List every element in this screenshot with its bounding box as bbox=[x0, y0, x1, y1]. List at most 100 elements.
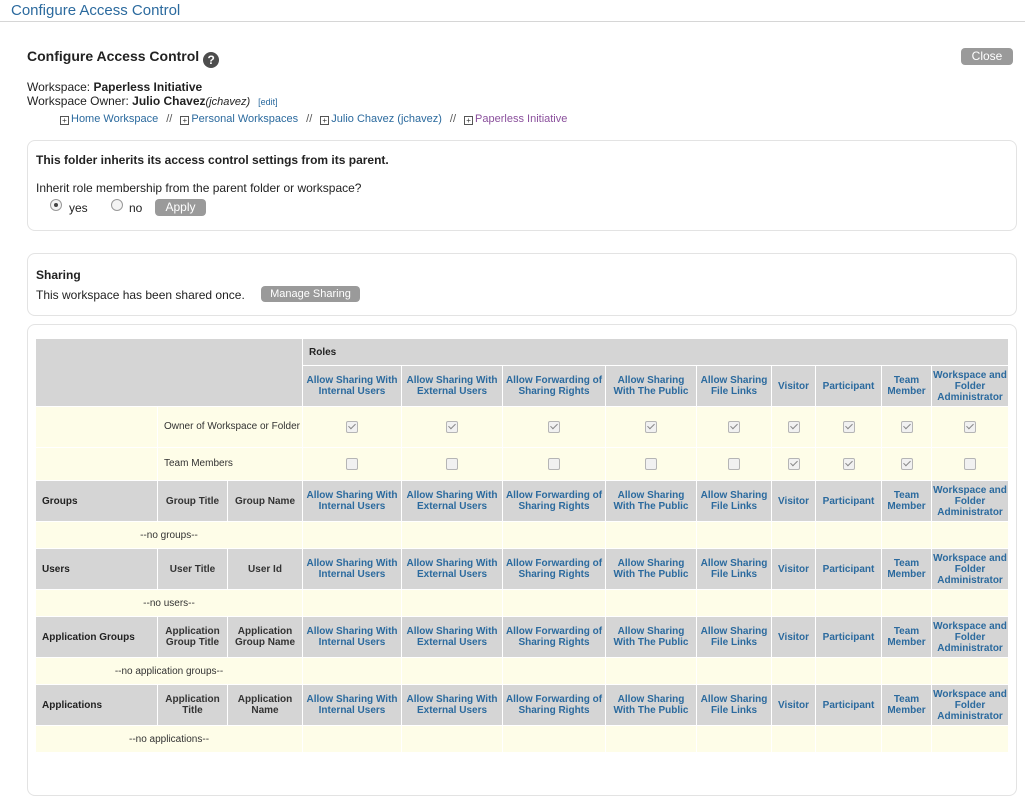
role-checkbox[interactable] bbox=[900, 458, 913, 470]
section-col2-header: Group Name bbox=[226, 480, 304, 522]
empty-cell bbox=[401, 521, 504, 549]
role-cell bbox=[302, 406, 403, 448]
role-checkbox[interactable] bbox=[346, 458, 359, 470]
help-icon[interactable]: ? bbox=[203, 52, 220, 68]
section-title: Applications bbox=[35, 684, 158, 726]
breadcrumb-item-current[interactable]: Paperless Initiative bbox=[475, 113, 567, 125]
breadcrumb-item-home[interactable]: Home Workspace bbox=[71, 113, 158, 125]
role-checkbox[interactable] bbox=[645, 458, 658, 470]
empty-cell bbox=[931, 657, 1010, 685]
access-control-table: Roles Allow Sharing With Internal Users Al… bbox=[34, 338, 1010, 753]
role-column-header: Allow Forwarding of Sharing Rights bbox=[502, 616, 607, 658]
role-column-header: Allow Sharing With The Public bbox=[605, 616, 698, 658]
role-checkbox[interactable] bbox=[842, 421, 855, 433]
empty-cell bbox=[502, 725, 607, 753]
empty-cell bbox=[401, 657, 504, 685]
role-cell bbox=[605, 447, 698, 481]
role-checkbox[interactable] bbox=[548, 458, 561, 470]
role-cell bbox=[696, 406, 773, 448]
role-column-header: Allow Sharing File Links bbox=[696, 616, 773, 658]
expand-icon[interactable]: + bbox=[320, 116, 330, 125]
section-col1-header: User Title bbox=[157, 548, 228, 590]
role-checkbox[interactable] bbox=[346, 421, 359, 433]
apply-button[interactable]: Apply bbox=[155, 199, 206, 216]
owner-name: Julio Chavez bbox=[132, 94, 206, 108]
edit-owner-link[interactable]: [edit] bbox=[258, 97, 278, 107]
role-checkbox[interactable] bbox=[787, 458, 800, 470]
role-checkbox[interactable] bbox=[728, 421, 741, 433]
role-column-header: Allow Sharing With The Public bbox=[605, 480, 698, 522]
empty-cell bbox=[815, 725, 883, 753]
close-button[interactable]: Close bbox=[961, 48, 1013, 65]
breadcrumb-item-user[interactable]: Julio Chavez (jchavez) bbox=[331, 113, 442, 125]
role-checkbox[interactable] bbox=[964, 421, 977, 433]
role-cell bbox=[815, 447, 883, 481]
empty-cell bbox=[502, 521, 607, 549]
sharing-panel: Sharing This workspace has been shared o… bbox=[27, 253, 1017, 316]
role-checkbox[interactable] bbox=[964, 458, 977, 470]
manage-sharing-button[interactable]: Manage Sharing bbox=[261, 286, 360, 302]
breadcrumb-separator: // bbox=[166, 113, 173, 125]
role-cell bbox=[881, 406, 933, 448]
section-col1-header: Group Title bbox=[157, 480, 228, 522]
role-column-header: Allow Sharing With External Users bbox=[401, 616, 504, 658]
app-title: Configure Access Control bbox=[11, 2, 181, 19]
role-column-header: Allow Sharing With External Users bbox=[401, 365, 504, 407]
expand-icon[interactable]: + bbox=[60, 116, 69, 125]
table-row: Owner of Workspace or Folder bbox=[35, 406, 1010, 448]
section-header-row: Users User Title User Id Allow Sharing With… bbox=[35, 548, 1010, 590]
role-column-header: Allow Sharing With Internal Users bbox=[302, 365, 403, 407]
role-checkbox[interactable] bbox=[900, 421, 913, 433]
role-checkbox[interactable] bbox=[446, 421, 459, 433]
role-column-header: Allow Sharing With External Users bbox=[401, 480, 504, 522]
role-column-header: Participant bbox=[815, 616, 883, 658]
role-cell bbox=[815, 406, 883, 448]
role-column-header: Workspace and Folder Administrator bbox=[931, 480, 1010, 522]
expand-icon[interactable]: + bbox=[180, 116, 190, 125]
member-label: Team Members bbox=[156, 447, 304, 481]
role-column-header: Allow Sharing File Links bbox=[696, 480, 773, 522]
empty-message: --no groups-- bbox=[34, 521, 304, 549]
role-column-header: Visitor bbox=[771, 365, 817, 407]
table-row: --no applications-- bbox=[34, 725, 1010, 753]
owner-label: Workspace Owner: bbox=[27, 94, 129, 108]
role-column-header: Workspace and Folder Administrator bbox=[931, 684, 1010, 726]
role-checkbox[interactable] bbox=[787, 421, 800, 433]
table-row: --no groups-- bbox=[34, 521, 1010, 549]
radio-yes[interactable] bbox=[50, 199, 62, 211]
owner-user: (jchavez) bbox=[205, 96, 251, 108]
expand-icon[interactable]: + bbox=[464, 116, 474, 125]
role-checkbox[interactable] bbox=[728, 458, 741, 470]
role-checkbox[interactable] bbox=[446, 458, 459, 470]
row-spacer bbox=[35, 406, 158, 448]
workspace-label: Workspace: bbox=[27, 80, 91, 94]
role-column-header: Allow Sharing File Links bbox=[696, 365, 773, 407]
role-checkbox[interactable] bbox=[645, 421, 658, 433]
role-column-header: Visitor bbox=[771, 548, 817, 590]
section-col2-header: Application Group Name bbox=[226, 616, 304, 658]
title-divider bbox=[0, 21, 1025, 22]
role-cell bbox=[771, 406, 817, 448]
section-title: Users bbox=[35, 548, 158, 590]
role-column-header: Allow Sharing With Internal Users bbox=[302, 684, 403, 726]
role-checkbox[interactable] bbox=[842, 458, 855, 470]
role-column-header: Team Member bbox=[881, 684, 933, 726]
radio-no[interactable] bbox=[111, 199, 123, 211]
sharing-heading: Sharing bbox=[36, 268, 81, 282]
empty-cell bbox=[771, 657, 817, 685]
breadcrumb-item-personal[interactable]: Personal Workspaces bbox=[191, 113, 298, 125]
empty-cell bbox=[771, 725, 817, 753]
role-column-header: Participant bbox=[815, 480, 883, 522]
role-column-header: Workspace and Folder Administrator bbox=[931, 365, 1010, 407]
role-cell bbox=[931, 447, 1010, 481]
empty-cell bbox=[931, 589, 1010, 617]
role-cell bbox=[881, 447, 933, 481]
section-header-row: Groups Group Title Group Name Allow Sharing… bbox=[35, 480, 1010, 522]
role-checkbox[interactable] bbox=[548, 421, 561, 433]
section-header-row: Applications Application Title Application… bbox=[35, 684, 1010, 726]
role-column-header: Team Member bbox=[881, 548, 933, 590]
empty-cell bbox=[696, 657, 773, 685]
roles-corner bbox=[34, 338, 304, 407]
role-column-header: Team Member bbox=[881, 616, 933, 658]
role-cell bbox=[931, 406, 1010, 448]
